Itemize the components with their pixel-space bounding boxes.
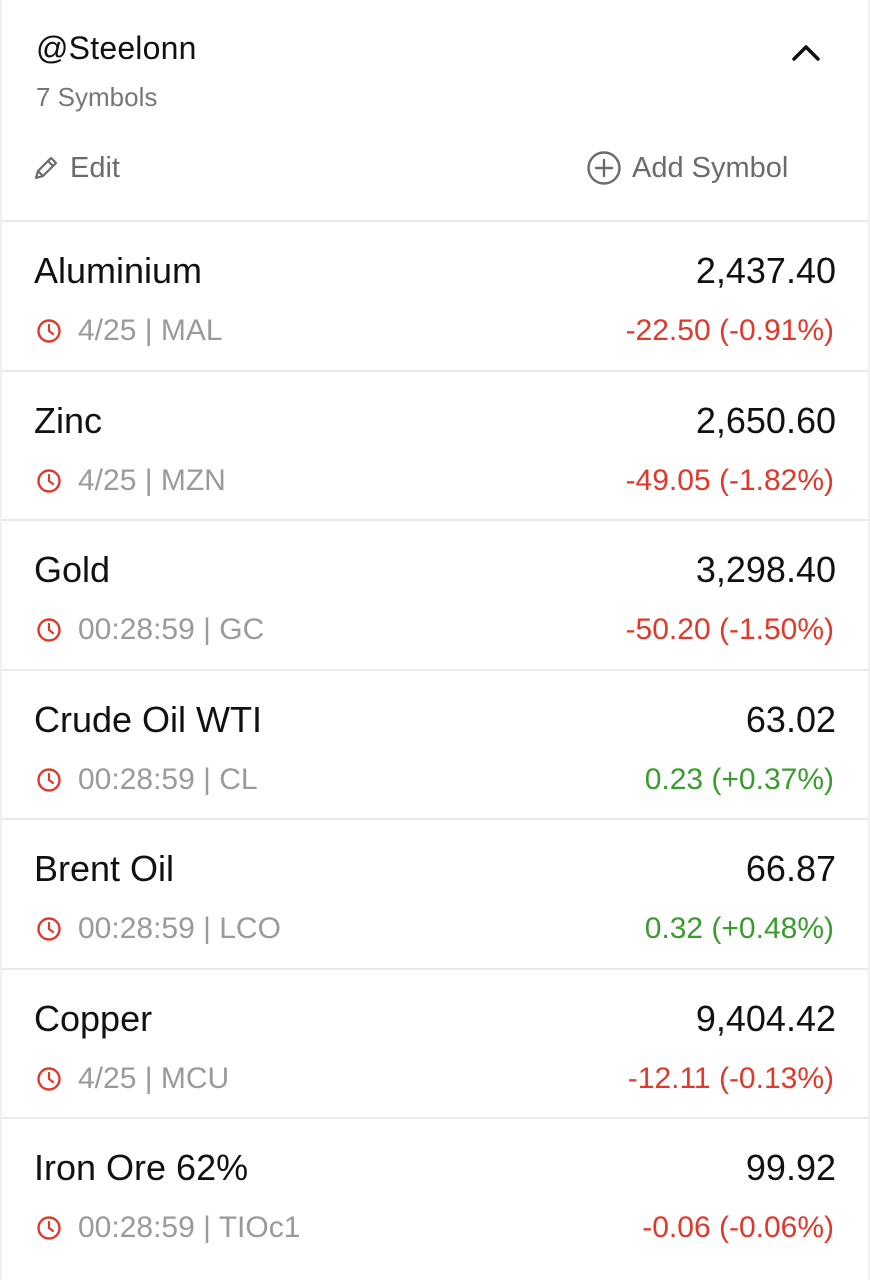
symbol-code: MAL — [160, 314, 223, 347]
symbol-name: Zinc — [34, 399, 103, 441]
symbol-list: Aluminium 2,437.40 4/25 | MAL -22.50 (-0… — [2, 222, 868, 1269]
symbol-name: Copper — [34, 997, 153, 1039]
symbol-change: -50.20 (-1.50%) — [625, 613, 834, 646]
watchlist-header: @Steelonn 7 Symbols Edit Add Symbol — [2, 0, 868, 222]
add-symbol-button[interactable]: Add Symbol — [586, 146, 788, 190]
symbol-code: CL — [219, 762, 258, 796]
symbol-time: 4/25 — [78, 314, 137, 347]
pencil-icon — [32, 154, 60, 182]
watchlist-panel: @Steelonn 7 Symbols Edit Add Symbol Alum… — [0, 0, 870, 1280]
symbol-row-aluminium[interactable]: Aluminium 2,437.40 4/25 | MAL -22.50 (-0… — [2, 222, 868, 372]
symbol-time: 4/25 — [78, 1061, 137, 1095]
clock-icon — [36, 1215, 62, 1241]
symbol-name: Iron Ore 62% — [34, 1147, 249, 1188]
symbol-change: 0.32 (+0.48%) — [644, 912, 834, 945]
symbol-row-iron-ore-62[interactable]: Iron Ore 62% 99.92 00:28:59 | TIOc1 -0.0… — [2, 1119, 868, 1269]
edit-label: Edit — [70, 151, 120, 184]
symbol-code: GC — [219, 613, 265, 646]
symbol-price: 3,298.40 — [695, 549, 836, 590]
symbol-meta: 4/25 | MAL — [36, 314, 223, 348]
symbol-meta: 00:28:59 | TIOc1 — [36, 1211, 300, 1245]
symbol-time: 00:28:59 — [78, 912, 195, 945]
chevron-up-icon — [791, 42, 821, 62]
symbol-meta: 4/25 | MZN — [36, 464, 226, 498]
symbol-time: 00:28:59 — [78, 1211, 195, 1244]
symbol-price: 2,437.40 — [695, 250, 836, 291]
symbol-code: TIOc1 — [218, 1211, 301, 1244]
symbol-row-brent-oil[interactable]: Brent Oil 66.87 00:28:59 | LCO 0.32 (+0.… — [2, 820, 868, 970]
symbol-price: 9,404.42 — [695, 997, 836, 1039]
symbol-change: 0.23 (+0.37%) — [644, 762, 834, 796]
symbol-row-zinc[interactable]: Zinc 2,650.60 4/25 | MZN -49.05 (-1.82%) — [2, 372, 868, 521]
symbol-time: 00:28:59 — [78, 762, 195, 796]
symbol-count: 7 Symbols — [36, 82, 158, 112]
symbol-meta: 4/25 | MCU — [36, 1062, 229, 1096]
clock-icon — [36, 468, 62, 494]
clock-icon — [36, 916, 62, 942]
symbol-time: 4/25 — [78, 463, 137, 497]
symbol-time: 00:28:59 — [78, 613, 195, 646]
add-symbol-label: Add Symbol — [632, 151, 789, 184]
symbol-meta: 00:28:59 | LCO — [36, 912, 281, 946]
symbol-change: -0.06 (-0.06%) — [642, 1211, 834, 1244]
symbol-change: -12.11 (-0.13%) — [627, 1061, 834, 1095]
clock-icon — [36, 617, 62, 643]
symbol-change: -22.50 (-0.91%) — [625, 314, 834, 347]
edit-button[interactable]: Edit — [32, 146, 120, 190]
symbol-row-crude-oil-wti[interactable]: Crude Oil WTI 63.02 00:28:59 | CL 0.23 (… — [2, 671, 868, 820]
symbol-price: 66.87 — [745, 848, 836, 889]
symbol-code: MCU — [160, 1061, 230, 1095]
symbol-name: Aluminium — [34, 250, 203, 291]
symbol-code: LCO — [219, 912, 281, 945]
symbol-meta: 00:28:59 | GC — [36, 613, 264, 647]
symbol-name: Brent Oil — [34, 848, 175, 889]
clock-icon — [36, 767, 62, 793]
collapse-button[interactable] — [782, 30, 830, 74]
symbol-name: Crude Oil WTI — [34, 698, 263, 740]
symbol-change: -49.05 (-1.82%) — [625, 463, 834, 497]
plus-circle-icon — [586, 150, 622, 186]
symbol-price: 2,650.60 — [695, 399, 836, 441]
symbol-row-gold[interactable]: Gold 3,298.40 00:28:59 | GC -50.20 (-1.5… — [2, 521, 868, 671]
symbol-code: MZN — [160, 463, 226, 497]
symbol-name: Gold — [34, 549, 111, 590]
clock-icon — [36, 1066, 62, 1092]
clock-icon — [36, 318, 62, 344]
symbol-row-copper[interactable]: Copper 9,404.42 4/25 | MCU -12.11 (-0.13… — [2, 970, 868, 1119]
symbol-price: 63.02 — [745, 698, 836, 740]
symbol-price: 99.92 — [745, 1147, 836, 1188]
watchlist-title[interactable]: @Steelonn — [36, 30, 197, 67]
symbol-meta: 00:28:59 | CL — [36, 763, 258, 797]
